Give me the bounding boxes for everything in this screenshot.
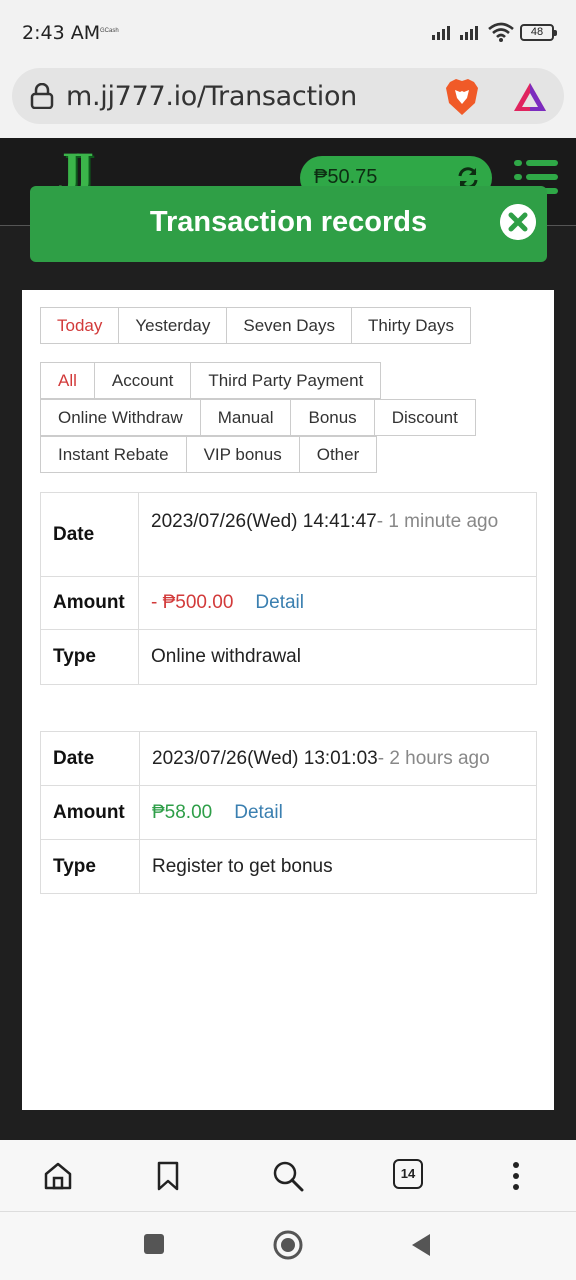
record-type: Register to get bonus xyxy=(152,855,333,877)
browser-toolbar: 14 xyxy=(0,1140,576,1212)
browser-address-area: m.jj777.io/Transaction xyxy=(0,66,576,138)
date-label: Date xyxy=(41,493,139,576)
type-label: Type xyxy=(41,840,140,893)
status-time: 2:43 AM xyxy=(22,22,101,44)
date-label: Date xyxy=(41,732,140,785)
filter-vip-bonus[interactable]: VIP bonus xyxy=(185,436,300,473)
battery-icon: 48 xyxy=(520,23,557,41)
android-nav-bar xyxy=(0,1212,576,1280)
signal-icon-2 xyxy=(460,24,478,40)
back-icon[interactable] xyxy=(408,1232,434,1258)
tabs-count-button[interactable]: 14 xyxy=(393,1159,423,1189)
filter-instant-rebate[interactable]: Instant Rebate xyxy=(40,436,187,473)
wifi-icon xyxy=(488,22,514,42)
signal-icon xyxy=(432,24,450,40)
record-date: 2023/07/26(Wed) 14:41:47 xyxy=(151,511,377,532)
filter-discount[interactable]: Discount xyxy=(373,399,476,436)
filter-account[interactable]: Account xyxy=(93,362,192,399)
filter-other[interactable]: Other xyxy=(298,436,378,473)
amount-label: Amount xyxy=(41,786,140,839)
transaction-record: Date 2023/07/26(Wed) 13:01:03- 2 hours a… xyxy=(40,731,537,894)
gcash-notification-icon: GCash xyxy=(100,28,119,34)
bookmark-icon[interactable] xyxy=(152,1160,184,1192)
status-bar: 2:43 AM GCash 48 xyxy=(0,0,576,66)
detail-link[interactable]: Detail xyxy=(255,592,304,614)
filter-bonus[interactable]: Bonus xyxy=(290,399,375,436)
tab-today[interactable]: Today xyxy=(40,307,120,344)
home-nav-icon[interactable] xyxy=(272,1229,304,1261)
tab-thirty-days[interactable]: Thirty Days xyxy=(351,307,471,344)
filter-online-withdraw[interactable]: Online Withdraw xyxy=(40,399,201,436)
modal-header: Transaction records xyxy=(30,186,547,262)
amount-value: ₱58.00 Detail xyxy=(140,786,536,839)
url-text[interactable]: m.jj777.io/Transaction xyxy=(66,81,357,112)
type-label: Type xyxy=(41,630,139,684)
filter-third-party-payment[interactable]: Third Party Payment xyxy=(190,362,382,399)
modal-body: Today Yesterday Seven Days Thirty Days A… xyxy=(22,290,554,1110)
detail-link[interactable]: Detail xyxy=(234,802,283,824)
modal-title: Transaction records xyxy=(149,206,428,238)
amount-value: - ₱500.00 Detail xyxy=(139,577,536,629)
record-relative-time: - 1 minute ago xyxy=(376,511,499,532)
filter-manual[interactable]: Manual xyxy=(199,399,292,436)
record-amount: - ₱500.00 xyxy=(151,592,234,613)
record-date: 2023/07/26(Wed) 13:01:03 xyxy=(152,747,378,769)
tab-seven-days[interactable]: Seven Days xyxy=(226,307,353,344)
record-amount: ₱58.00 xyxy=(152,801,213,823)
period-tabs: Today Yesterday Seven Days Thirty Days xyxy=(40,307,471,344)
filter-all[interactable]: All xyxy=(40,362,95,399)
type-filters: All Account Third Party Payment Online W… xyxy=(40,362,510,473)
record-relative-time: - 2 hours ago xyxy=(377,747,490,769)
tab-yesterday[interactable]: Yesterday xyxy=(118,307,228,344)
address-bar[interactable]: m.jj777.io/Transaction xyxy=(12,68,564,124)
brave-rewards-icon[interactable] xyxy=(512,81,548,113)
more-options-icon[interactable] xyxy=(500,1160,532,1192)
amount-label: Amount xyxy=(41,577,139,629)
record-type: Online withdrawal xyxy=(151,646,301,667)
brave-shields-icon[interactable] xyxy=(444,78,480,116)
lock-icon[interactable] xyxy=(30,83,54,109)
close-icon[interactable] xyxy=(500,204,536,240)
recents-icon[interactable] xyxy=(142,1232,166,1256)
transaction-record: Date 2023/07/26(Wed) 14:41:47- 1 minute … xyxy=(40,492,537,685)
search-icon[interactable] xyxy=(272,1160,304,1192)
status-icons: 48 xyxy=(432,22,557,42)
date-value: 2023/07/26(Wed) 14:41:47- 1 minute ago xyxy=(139,493,536,576)
home-icon[interactable] xyxy=(42,1160,74,1192)
date-value: 2023/07/26(Wed) 13:01:03- 2 hours ago xyxy=(140,732,536,785)
